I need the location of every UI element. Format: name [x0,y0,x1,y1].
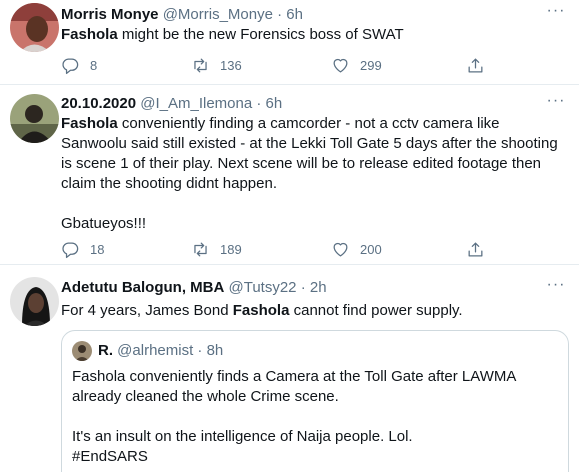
separator-dot: · [256,95,262,112]
avatar[interactable] [10,94,59,143]
reply-icon [62,58,79,74]
tweet-text: Fashola might be the new Forensics boss … [61,25,561,45]
tweet-header: Adetutu Balogun, MBA @Tutsy22 · 2h [61,278,327,298]
reply-button[interactable]: 8 [61,55,97,75]
quoted-handle: @alrhemist [117,342,194,359]
more-icon[interactable]: ··· [545,3,567,24]
tweet-header: Morris Monye @Morris_Monye · 6h [61,5,303,25]
tweet-text: For 4 years, James Bond Fashola cannot f… [61,301,561,321]
tweet-body: might be the new Forensics boss of SWAT [117,26,404,43]
retweet-count: 136 [220,57,242,73]
retweet-button[interactable]: 189 [191,239,242,259]
share-button[interactable] [466,55,495,75]
like-icon [333,242,348,256]
share-icon [468,242,483,256]
avatar[interactable] [10,3,59,52]
reply-count: 18 [90,241,105,257]
display-name[interactable]: Morris Monye [61,6,159,23]
like-icon [333,58,348,72]
tweet-actions: 18 189 200 [61,239,511,259]
timestamp[interactable]: 2h [310,279,327,296]
tweet-body: cannot find power supply. [289,302,463,319]
mention-fashola: Fashola [61,115,118,132]
reply-count: 8 [90,57,98,73]
more-icon[interactable]: ··· [545,277,567,298]
quoted-timestamp: 8h [206,342,224,359]
display-name[interactable]: Adetutu Balogun, MBA [61,279,224,296]
tweet-morris-monye[interactable]: Morris Monye @Morris_Monye · 6h ··· Fash… [0,0,579,85]
retweet-count: 189 [220,241,242,257]
tweet-i-am-ilemona[interactable]: 20.10.2020 @I_Am_Ilemona · 6h ··· Fashol… [0,85,579,265]
retweet-icon [194,242,207,256]
tweet-body: conveniently finding a camcorder - not a… [61,115,558,232]
quoted-text: Fashola conveniently finds a Camera at t… [72,368,516,465]
tweet-text: Fashola conveniently finding a camcorder… [61,114,561,234]
like-count: 299 [360,57,382,73]
mention-fashola: Fashola [232,302,290,319]
user-handle[interactable]: @Tutsy22 [228,279,296,296]
like-button[interactable]: 299 [331,55,382,75]
quoted-display-name: R. [98,342,113,359]
timestamp[interactable]: 6h [286,6,303,23]
user-handle[interactable]: @Morris_Monye [163,6,273,23]
timestamp[interactable]: 6h [266,95,283,112]
share-icon [468,58,483,72]
more-icon[interactable]: ··· [545,93,567,114]
mention-fashola: Fashola [61,26,118,43]
like-button[interactable]: 200 [331,239,382,259]
reply-icon [62,242,79,258]
tweet-actions: 8 136 299 [61,55,511,75]
tweet-header: 20.10.2020 @I_Am_Ilemona · 6h [61,94,282,114]
quoted-avatar [72,341,92,361]
tweet-body-prefix: For 4 years, James Bond [61,302,233,319]
separator-dot: · [277,6,283,23]
display-name[interactable]: 20.10.2020 [61,95,136,112]
user-handle[interactable]: @I_Am_Ilemona [140,95,252,112]
like-count: 200 [360,241,382,257]
retweet-button[interactable]: 136 [191,55,242,75]
quoted-header: R. @alrhemist · 8h [98,342,223,360]
retweet-icon [194,58,207,72]
avatar[interactable] [10,277,59,326]
quoted-tweet[interactable]: R. @alrhemist · 8h Fashola conveniently … [61,330,569,472]
tweet-feed: Morris Monye @Morris_Monye · 6h ··· Fash… [0,0,579,472]
reply-button[interactable]: 18 [61,239,104,259]
separator-dot: · [300,279,306,296]
share-button[interactable] [466,239,495,259]
separator-dot: · [197,342,203,359]
